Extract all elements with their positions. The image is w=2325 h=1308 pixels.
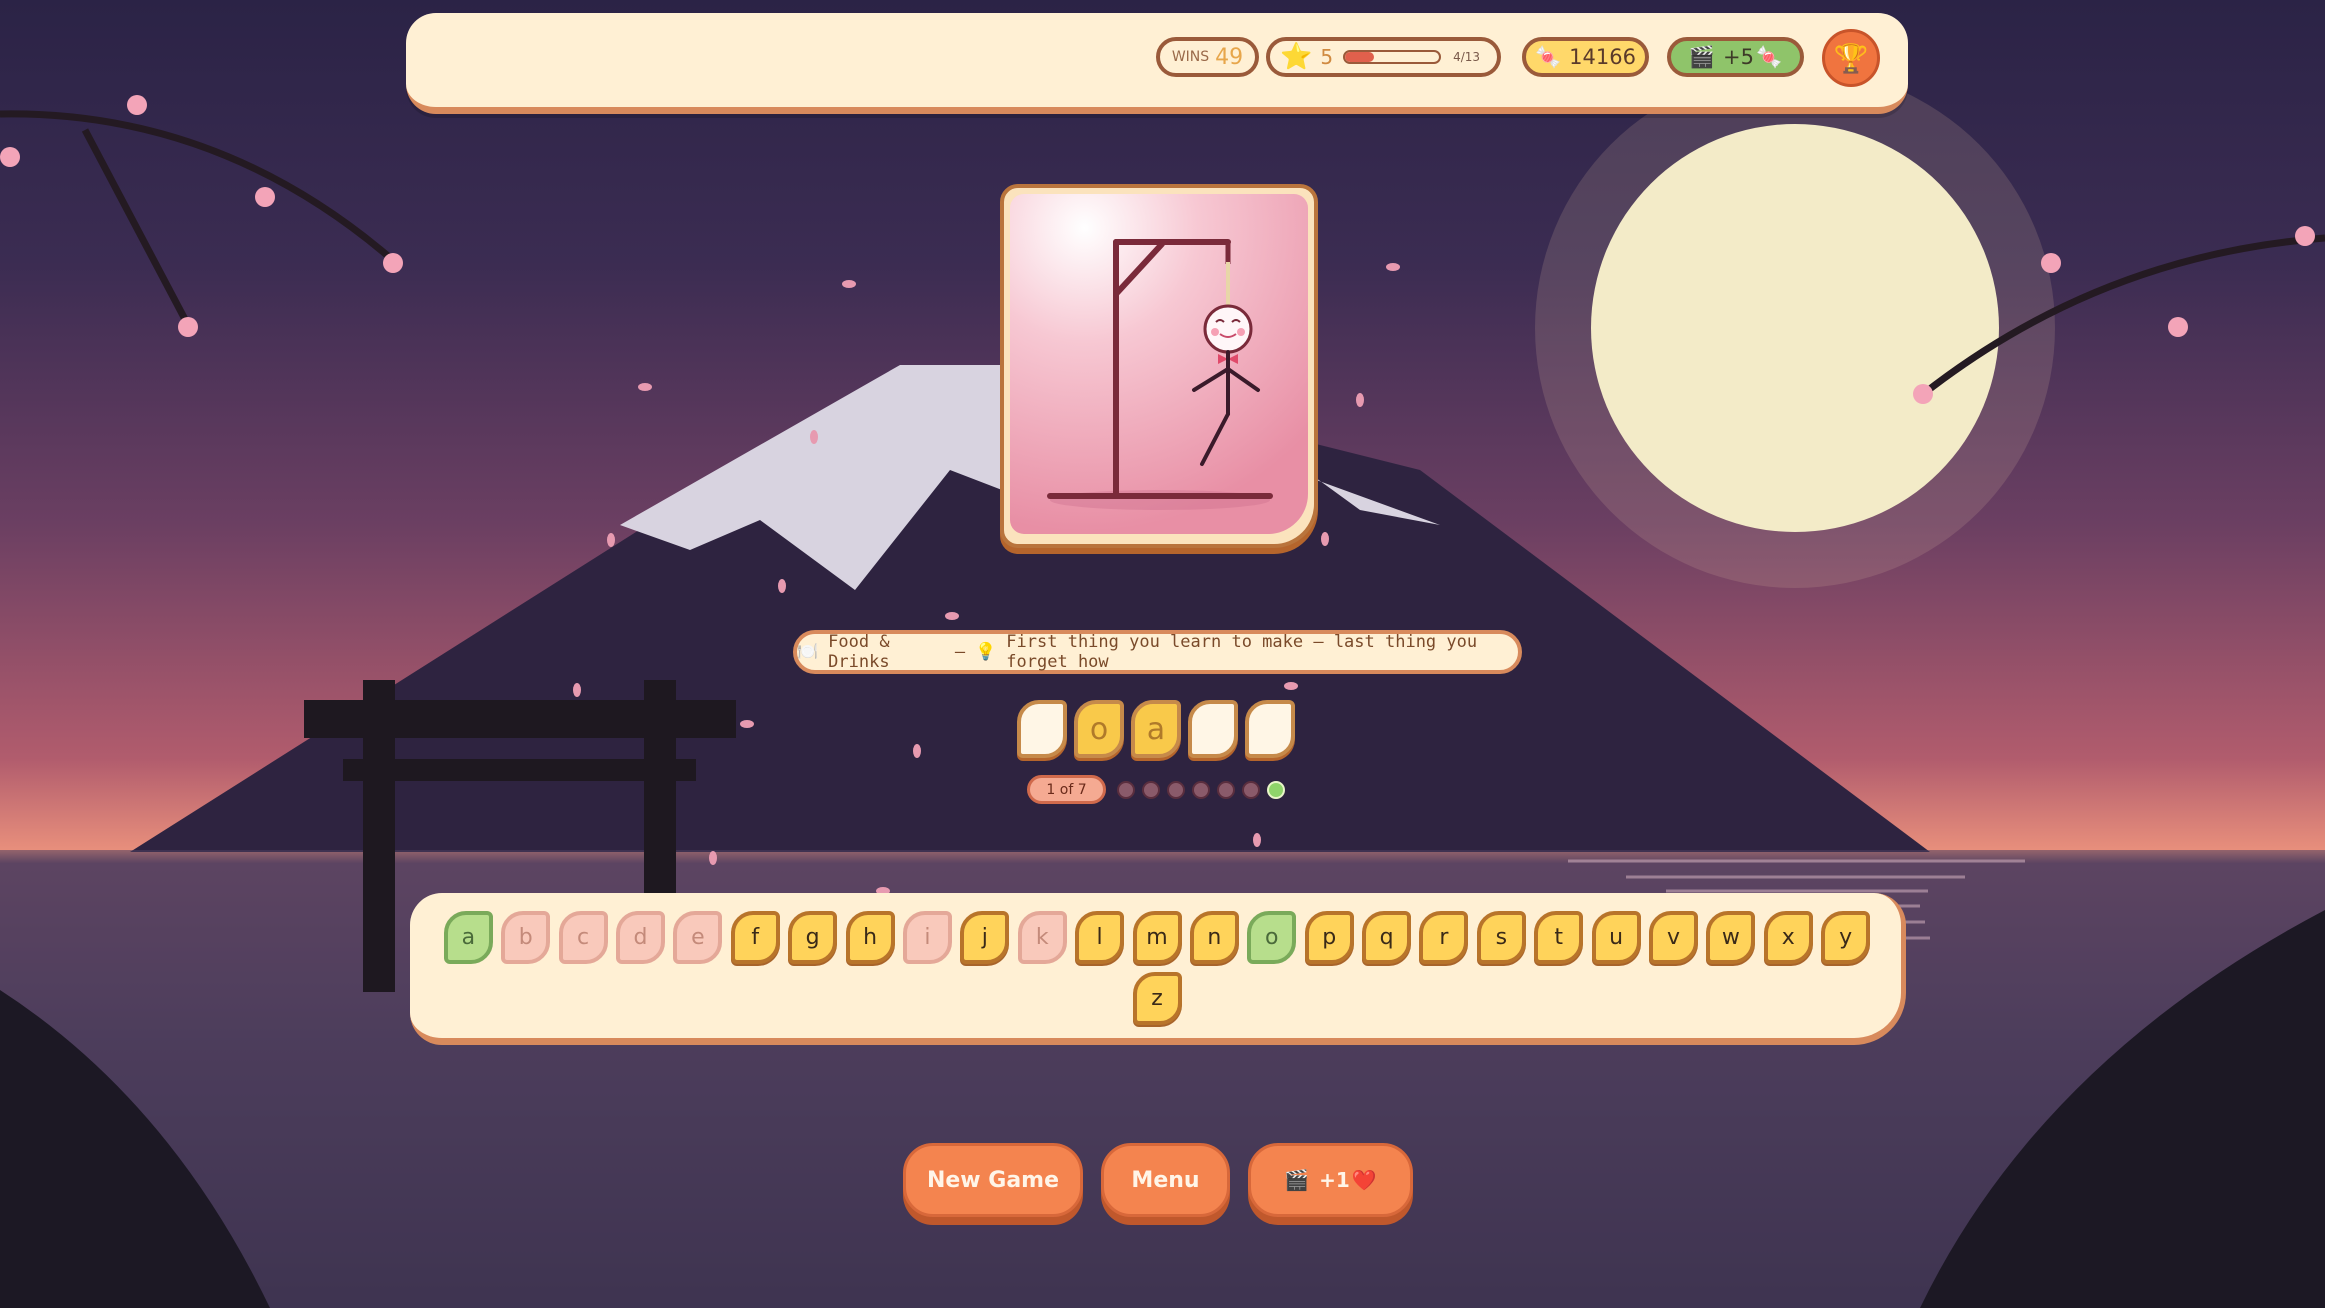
new-game-label: New Game bbox=[926, 1167, 1060, 1193]
key-r[interactable]: r bbox=[1419, 911, 1469, 964]
key-a: a bbox=[443, 911, 493, 964]
key-o: o bbox=[1247, 911, 1297, 964]
round-progress: 1 of 7 bbox=[1027, 775, 1285, 804]
trophy-button[interactable]: 🏆 bbox=[1822, 29, 1880, 87]
keyboard-keys: abcdefghijklmnopqrstuvwxy z bbox=[442, 911, 1872, 1033]
cherry-branch-left bbox=[0, 110, 398, 327]
hint-clue: First thing you learn to make — last thi… bbox=[1006, 632, 1478, 672]
letter-slot bbox=[1017, 700, 1067, 758]
key-v[interactable]: v bbox=[1649, 911, 1699, 964]
letter-keyboard: abcdefghijklmnopqrstuvwxy z bbox=[410, 893, 1906, 1045]
candy-count: 14166 bbox=[1569, 45, 1636, 69]
lightbulb-icon: 💡 bbox=[975, 642, 997, 662]
key-u[interactable]: u bbox=[1591, 911, 1641, 964]
round-dot bbox=[1267, 780, 1285, 799]
hangman-card bbox=[1000, 184, 1318, 548]
gallows-brace bbox=[1113, 241, 1165, 297]
round-label: 1 of 7 bbox=[1027, 775, 1106, 804]
hint-category: Food & Drinks bbox=[828, 632, 890, 672]
key-d: d bbox=[615, 911, 665, 964]
menu-button[interactable]: Menu bbox=[1101, 1143, 1230, 1217]
round-dot bbox=[1117, 780, 1135, 799]
key-g[interactable]: g bbox=[788, 911, 838, 964]
clapper-icon: 🎬 bbox=[1688, 44, 1716, 69]
key-m[interactable]: m bbox=[1132, 911, 1182, 964]
key-y[interactable]: y bbox=[1821, 911, 1871, 964]
letter-slot: o bbox=[1074, 700, 1124, 758]
key-n[interactable]: n bbox=[1189, 911, 1239, 964]
key-z[interactable]: z bbox=[1132, 972, 1182, 1025]
watch-ad-life-button[interactable]: 🎬 +1 ❤️ bbox=[1248, 1143, 1413, 1217]
key-w[interactable]: w bbox=[1706, 911, 1756, 964]
round-dot bbox=[1217, 780, 1235, 799]
hangman-left-leg bbox=[1200, 412, 1230, 466]
level-progress-bar bbox=[1343, 50, 1442, 64]
candy-icon: 🍬 bbox=[1755, 44, 1783, 69]
candy-counter[interactable]: 🍬 14166 bbox=[1522, 37, 1649, 77]
key-b: b bbox=[501, 911, 551, 964]
letter-slot: a bbox=[1131, 700, 1181, 758]
round-dot bbox=[1242, 780, 1260, 799]
round-dot bbox=[1142, 780, 1160, 799]
key-q[interactable]: q bbox=[1362, 911, 1412, 964]
letter-slot bbox=[1245, 700, 1295, 758]
round-dot bbox=[1192, 780, 1210, 799]
key-k: k bbox=[1017, 911, 1067, 964]
level-progress-text: 4/13 bbox=[1453, 50, 1481, 64]
candy-icon: 🍬 bbox=[1535, 44, 1562, 69]
letter-slot bbox=[1188, 700, 1238, 758]
life-reward: +1 bbox=[1319, 1168, 1350, 1192]
new-game-button[interactable]: New Game bbox=[903, 1143, 1083, 1217]
key-p[interactable]: p bbox=[1304, 911, 1354, 964]
level-indicator: ⭐ 5 4/13 bbox=[1266, 37, 1501, 77]
hangman-stage bbox=[1010, 194, 1308, 534]
level-progress-fill bbox=[1345, 52, 1375, 62]
key-f[interactable]: f bbox=[730, 911, 780, 964]
key-x[interactable]: x bbox=[1763, 911, 1813, 964]
wins-label: WINS bbox=[1171, 49, 1210, 65]
hangman-head bbox=[1203, 304, 1253, 354]
watch-ad-bonus-button[interactable]: 🎬 +5 🍬 bbox=[1667, 37, 1804, 77]
plate-icon: 🍽️ bbox=[797, 642, 819, 662]
key-e: e bbox=[673, 911, 723, 964]
key-i: i bbox=[902, 911, 952, 964]
wins-value: 49 bbox=[1215, 44, 1244, 70]
hangman-right-arm bbox=[1226, 367, 1260, 392]
key-h[interactable]: h bbox=[845, 911, 895, 964]
heart-icon: ❤️ bbox=[1351, 1168, 1377, 1192]
hangman-left-arm bbox=[1192, 367, 1230, 392]
key-c: c bbox=[558, 911, 608, 964]
level-value: 5 bbox=[1320, 45, 1334, 69]
word-slots: oa bbox=[1017, 700, 1295, 758]
key-j[interactable]: j bbox=[960, 911, 1010, 964]
trophy-icon: 🏆 bbox=[1833, 41, 1869, 75]
key-l[interactable]: l bbox=[1075, 911, 1125, 964]
moon bbox=[1591, 124, 1999, 532]
wins-counter: WINS 49 bbox=[1156, 37, 1259, 77]
hint-bar: 🍽️ Food & Drinks — 💡 First thing you lea… bbox=[793, 630, 1522, 674]
round-dot bbox=[1167, 780, 1185, 799]
key-s[interactable]: s bbox=[1476, 911, 1526, 964]
clapper-icon: 🎬 bbox=[1284, 1168, 1310, 1192]
bonus-amount: +5 bbox=[1723, 45, 1754, 69]
hint-separator: — bbox=[954, 642, 966, 662]
star-icon: ⭐ bbox=[1280, 42, 1313, 72]
menu-label: Menu bbox=[1131, 1167, 1200, 1193]
hangman-drawing bbox=[1047, 239, 1273, 510]
key-t[interactable]: t bbox=[1534, 911, 1584, 964]
top-hud-bar: WINS 49 ⭐ 5 4/13 🍬 14166 🎬 +5 🍬 🏆 bbox=[406, 13, 1908, 114]
